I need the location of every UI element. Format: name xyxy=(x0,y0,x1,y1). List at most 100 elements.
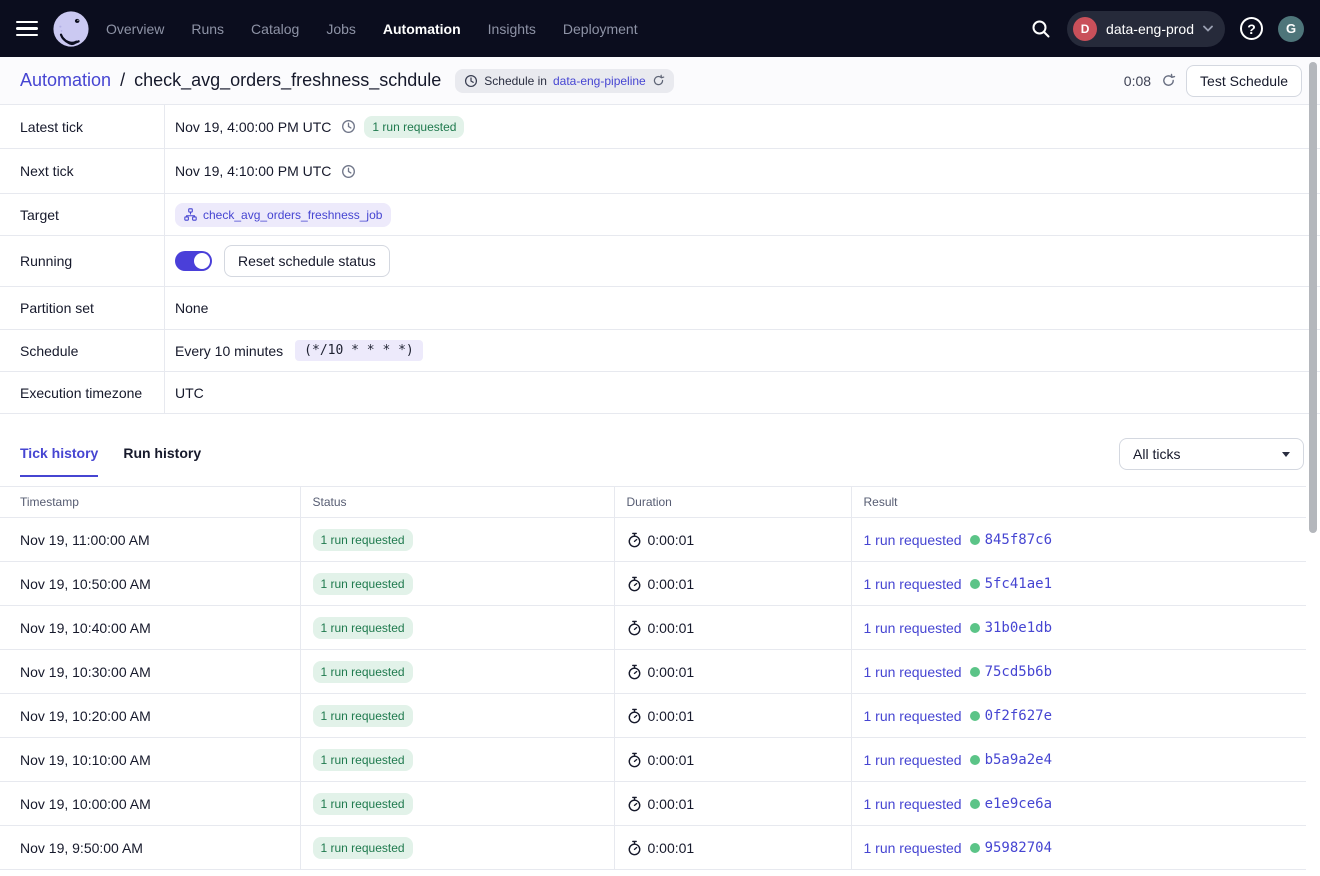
latest-tick-status-badge: 1 run requested xyxy=(364,116,464,138)
column-header-duration: Duration xyxy=(614,487,851,518)
run-id-link[interactable]: 0f2f627e xyxy=(985,708,1052,724)
stopwatch-icon xyxy=(627,664,642,680)
table-header-row: Timestamp Status Duration Result xyxy=(0,487,1306,518)
scrollbar-thumb[interactable] xyxy=(1309,62,1317,533)
run-id-link[interactable]: 31b0e1db xyxy=(985,620,1052,636)
latest-tick-time: Nov 19, 4:00:00 PM UTC xyxy=(175,119,331,135)
nav-item[interactable]: Runs xyxy=(191,21,224,37)
menu-icon[interactable] xyxy=(16,21,38,37)
run-id-link[interactable]: 845f87c6 xyxy=(985,532,1052,548)
stopwatch-icon xyxy=(627,708,642,724)
history-tab[interactable]: Tick history xyxy=(20,445,98,477)
clock-icon xyxy=(341,164,356,179)
schedule-location-badge: Schedule in data-eng-pipeline xyxy=(455,69,673,93)
detail-row-partition-set: Partition set None xyxy=(0,287,1320,330)
run-id-link[interactable]: e1e9ce6a xyxy=(985,796,1052,812)
nav-items: Overview Runs Catalog Jobs Automation In… xyxy=(106,21,638,37)
tick-result-link[interactable]: 1 run requested xyxy=(864,664,962,680)
breadcrumb-automation[interactable]: Automation xyxy=(20,70,111,91)
tick-timestamp: Nov 19, 9:50:00 AM xyxy=(20,840,143,856)
column-header-timestamp: Timestamp xyxy=(0,487,300,518)
clock-icon xyxy=(464,74,478,88)
run-status-dot xyxy=(970,843,980,853)
help-icon[interactable]: ? xyxy=(1240,17,1263,40)
nav-item[interactable]: Insights xyxy=(488,21,536,37)
stopwatch-icon xyxy=(627,752,642,768)
target-job-link[interactable]: check_avg_orders_freshness_job xyxy=(175,203,391,227)
page-header: Automation / check_avg_orders_freshness_… xyxy=(0,57,1320,105)
run-status-dot xyxy=(970,711,980,721)
tick-status-badge: 1 run requested xyxy=(313,837,413,859)
tick-duration: 0:00:01 xyxy=(648,532,695,548)
user-avatar[interactable]: G xyxy=(1278,16,1304,42)
partition-set-value: None xyxy=(175,300,208,316)
history-tab[interactable]: Run history xyxy=(123,445,201,477)
tick-result-link[interactable]: 1 run requested xyxy=(864,708,962,724)
deployment-badge: D xyxy=(1073,17,1097,41)
tick-filter-select[interactable]: All ticks xyxy=(1119,438,1304,470)
tick-duration: 0:00:01 xyxy=(648,796,695,812)
refresh-countdown: 0:08 xyxy=(1124,73,1151,89)
nav-item[interactable]: Automation xyxy=(383,21,461,37)
tick-timestamp: Nov 19, 10:40:00 AM xyxy=(20,620,151,636)
tick-row: Nov 19, 10:50:00 AM 1 run requested 0:00… xyxy=(0,562,1306,606)
dagster-logo[interactable] xyxy=(52,10,90,48)
run-id-link[interactable]: b5a9a2e4 xyxy=(985,752,1052,768)
column-header-result: Result xyxy=(851,487,1306,518)
detail-label: Latest tick xyxy=(0,105,165,148)
page-title: check_avg_orders_freshness_schdule xyxy=(134,70,441,91)
tick-result-link[interactable]: 1 run requested xyxy=(864,620,962,636)
tick-duration: 0:00:01 xyxy=(648,752,695,768)
schedule-badge-prefix: Schedule in xyxy=(484,74,547,88)
tick-result-link[interactable]: 1 run requested xyxy=(864,796,962,812)
tick-row: Nov 19, 9:50:00 AM 1 run requested 0:00:… xyxy=(0,826,1306,870)
stopwatch-icon xyxy=(627,576,642,592)
vertical-scrollbar[interactable] xyxy=(1306,58,1320,876)
stopwatch-icon xyxy=(627,532,642,548)
detail-row-schedule: Schedule Every 10 minutes (*/10 * * * *) xyxy=(0,330,1320,372)
tick-status-badge: 1 run requested xyxy=(313,661,413,683)
nav-item[interactable]: Catalog xyxy=(251,21,299,37)
running-toggle[interactable] xyxy=(175,251,212,271)
breadcrumb-separator: / xyxy=(120,70,125,91)
search-icon[interactable] xyxy=(1030,18,1052,40)
run-id-link[interactable]: 95982704 xyxy=(985,840,1052,856)
caret-down-icon xyxy=(1282,452,1290,457)
nav-item[interactable]: Deployment xyxy=(563,21,638,37)
detail-label: Partition set xyxy=(0,287,165,329)
run-status-dot xyxy=(970,755,980,765)
test-schedule-button[interactable]: Test Schedule xyxy=(1186,65,1302,97)
tick-result-link[interactable]: 1 run requested xyxy=(864,840,962,856)
tick-timestamp: Nov 19, 10:20:00 AM xyxy=(20,708,151,724)
tick-result-link[interactable]: 1 run requested xyxy=(864,752,962,768)
pipeline-link[interactable]: data-eng-pipeline xyxy=(553,74,646,88)
stopwatch-icon xyxy=(627,796,642,812)
history-tabs: Tick history Run history xyxy=(20,445,201,477)
tick-filter-value: All ticks xyxy=(1133,446,1180,462)
detail-label: Schedule xyxy=(0,330,165,371)
tick-row: Nov 19, 10:00:00 AM 1 run requested 0:00… xyxy=(0,782,1306,826)
tick-status-badge: 1 run requested xyxy=(313,705,413,727)
run-status-dot xyxy=(970,799,980,809)
tick-duration: 0:00:01 xyxy=(648,840,695,856)
nav-item[interactable]: Overview xyxy=(106,21,164,37)
run-status-dot xyxy=(970,623,980,633)
dagster-logo-icon xyxy=(52,10,90,48)
refresh-icon[interactable] xyxy=(652,74,665,87)
tick-result-link[interactable]: 1 run requested xyxy=(864,532,962,548)
run-status-dot xyxy=(970,667,980,677)
run-id-link[interactable]: 5fc41ae1 xyxy=(985,576,1052,592)
nav-item[interactable]: Jobs xyxy=(326,21,356,37)
tick-timestamp: Nov 19, 10:50:00 AM xyxy=(20,576,151,592)
header-actions: 0:08 Test Schedule xyxy=(1124,65,1302,97)
detail-label: Running xyxy=(0,236,165,286)
tick-duration: 0:00:01 xyxy=(648,620,695,636)
tick-result-link[interactable]: 1 run requested xyxy=(864,576,962,592)
detail-row-running: Running Reset schedule status xyxy=(0,236,1320,287)
reset-schedule-status-button[interactable]: Reset schedule status xyxy=(224,245,390,277)
refresh-icon[interactable] xyxy=(1161,73,1176,88)
deployment-switcher[interactable]: D data-eng-prod xyxy=(1067,11,1225,47)
toggle-knob xyxy=(194,253,210,269)
run-id-link[interactable]: 75cd5b6b xyxy=(985,664,1052,680)
tick-duration: 0:00:01 xyxy=(648,664,695,680)
